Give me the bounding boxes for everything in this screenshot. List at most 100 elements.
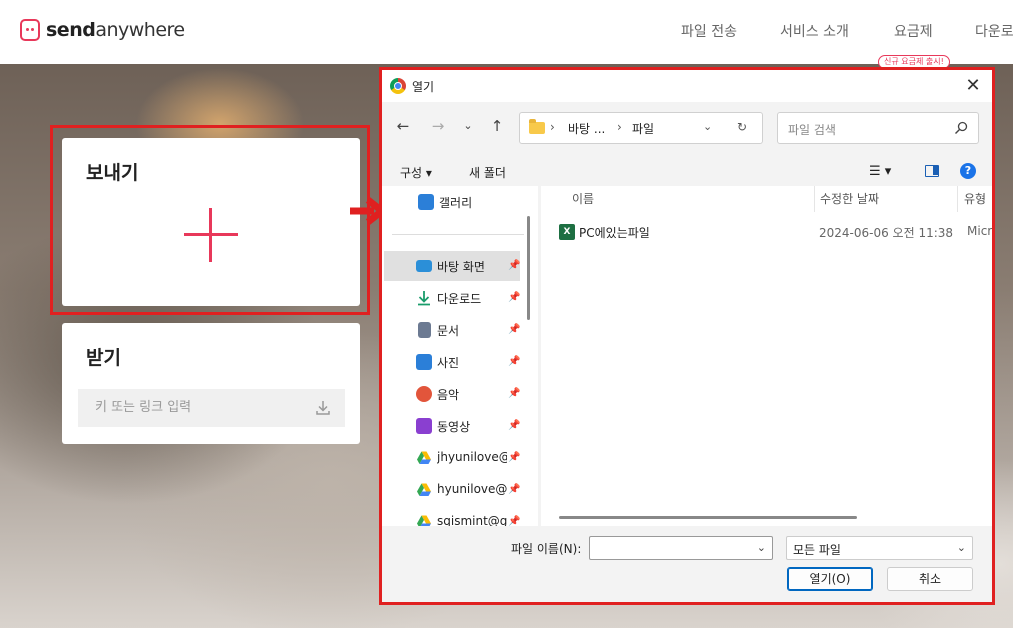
address-chevron-down-icon[interactable]: ⌄	[703, 120, 712, 133]
search-placeholder: 파일 검색	[788, 123, 836, 137]
pin-icon[interactable]: 📌	[508, 516, 520, 526]
refresh-icon[interactable]: ↻	[737, 120, 747, 134]
view-options-icon[interactable]: ☰ ▾	[869, 164, 891, 179]
cancel-button[interactable]: 취소	[887, 567, 973, 591]
filename-input[interactable]: ⌄	[589, 536, 773, 560]
sort-caret-icon: ^	[686, 186, 694, 192]
dialog-title: 열기	[412, 80, 435, 94]
key-input-placeholder: 키 또는 링크 입력	[95, 400, 192, 415]
breadcrumb-chevron-icon: ›	[550, 120, 555, 134]
open-button[interactable]: 열기(O)	[787, 567, 873, 591]
column-header-type[interactable]: 유형	[964, 190, 986, 207]
preview-pane-icon[interactable]	[925, 165, 939, 177]
forward-arrow-icon[interactable]: →	[428, 116, 448, 136]
folder-icon	[529, 119, 545, 134]
horizontal-scrollbar[interactable]	[559, 516, 857, 519]
file-list-pane: ^ 이름 수정한 날짜 유형 X PC에있는파일 2024-06-06 오전 1…	[541, 186, 992, 526]
video-icon	[416, 418, 432, 434]
organize-button[interactable]: 구성 ▾	[400, 164, 432, 181]
google-drive-icon	[417, 483, 431, 496]
download-icon	[418, 291, 430, 306]
pin-icon[interactable]: 📌	[508, 452, 520, 464]
file-type: Microsoft Excel	[967, 224, 992, 238]
sidebar-item-music[interactable]: 음악 📌	[384, 379, 520, 409]
sidebar-item-gdrive-1[interactable]: jhyunilove@gmail.com 📌	[384, 443, 520, 473]
nav-download[interactable]: 다운로드	[975, 21, 1013, 41]
column-divider[interactable]	[814, 186, 815, 212]
document-icon	[418, 322, 431, 338]
pictures-icon	[416, 354, 432, 370]
file-row[interactable]: X PC에있는파일 2024-06-06 오전 11:38 Microsoft …	[557, 222, 992, 242]
column-header-modified[interactable]: 수정한 날짜	[820, 190, 879, 207]
sidebar-item-label: 문서	[437, 324, 460, 338]
sidebar-item-label: hyunilove@gmail.com	[437, 482, 507, 496]
breadcrumb-chevron-icon: ›	[617, 120, 622, 134]
breadcrumb-desktop[interactable]: 바탕 ...	[568, 120, 605, 137]
up-arrow-icon[interactable]: ↑	[487, 116, 507, 136]
download-icon[interactable]	[315, 400, 331, 416]
sidebar-item-gdrive-3[interactable]: sqismint@gmail.com 📌	[384, 507, 520, 526]
sidebar-item-gallery[interactable]: 갤러리	[384, 188, 520, 218]
sidebar-scrollbar[interactable]	[527, 216, 530, 320]
search-box[interactable]: 파일 검색	[777, 112, 979, 144]
dialog-titlebar: 열기 ✕	[382, 70, 992, 102]
file-type-value: 모든 파일	[793, 543, 841, 557]
pin-icon[interactable]: 📌	[508, 260, 520, 272]
recent-chevron-down-icon[interactable]: ⌄	[458, 116, 478, 136]
sidebar-item-label: 갤러리	[439, 196, 473, 210]
help-icon[interactable]: ?	[960, 163, 976, 179]
sidebar-item-gdrive-2[interactable]: hyunilove@gmail.com 📌	[384, 475, 520, 505]
breadcrumb-folder[interactable]: 파일	[632, 120, 654, 137]
sidebar-item-videos[interactable]: 동영상 📌	[384, 411, 520, 441]
filename-label: 파일 이름(N):	[511, 542, 582, 556]
column-header-name[interactable]: 이름	[572, 190, 594, 207]
pin-icon[interactable]: 📌	[508, 484, 520, 496]
sidebar-item-downloads[interactable]: 다운로드 📌	[384, 283, 520, 313]
top-nav: 파일 전송 서비스 소개 요금제 다운로드	[0, 21, 1013, 41]
address-bar[interactable]: › 바탕 ... › 파일 ⌄ ↻	[519, 112, 763, 144]
pin-icon[interactable]: 📌	[508, 356, 520, 368]
sidebar-item-label: 사진	[437, 356, 460, 370]
pin-icon[interactable]: 📌	[508, 388, 520, 400]
dialog-toolbar: 구성 ▾ 새 폴더 ☰ ▾ ?	[382, 156, 992, 186]
pin-icon[interactable]: 📌	[508, 420, 520, 432]
new-folder-button[interactable]: 새 폴더	[469, 164, 506, 181]
nav-service-intro[interactable]: 서비스 소개	[780, 21, 849, 41]
new-pricing-badge: 신규 요금제 출시!	[878, 55, 950, 69]
receive-title: 받기	[86, 347, 121, 369]
search-icon	[955, 121, 968, 134]
open-file-dialog: 열기 ✕ ← → ⌄ ↑ › 바탕 ... › 파일 ⌄ ↻ 파일 검색 구성 …	[382, 70, 992, 602]
nav-file-transfer[interactable]: 파일 전송	[681, 21, 737, 41]
chevron-down-icon[interactable]: ⌄	[757, 541, 766, 554]
sidebar-divider	[392, 234, 524, 235]
send-card-highlight-box	[50, 125, 370, 315]
chevron-down-icon: ⌄	[956, 541, 966, 554]
back-arrow-icon[interactable]: ←	[393, 116, 413, 136]
key-or-link-input[interactable]: 키 또는 링크 입력	[78, 389, 345, 427]
google-drive-icon	[417, 451, 431, 464]
close-icon[interactable]: ✕	[962, 75, 984, 97]
column-divider[interactable]	[957, 186, 958, 212]
sidebar-item-pictures[interactable]: 사진 📌	[384, 347, 520, 377]
gallery-icon	[418, 194, 434, 210]
sidebar-item-label: 동영상	[437, 420, 471, 434]
file-name: PC에있는파일	[579, 226, 650, 240]
site-header: sendanywhere 파일 전송 서비스 소개 요금제 다운로드	[0, 0, 1013, 64]
sidebar-item-desktop[interactable]: 바탕 화면 📌	[384, 251, 520, 281]
desktop-icon	[416, 260, 432, 272]
sidebar-item-label: sqismint@gmail.com	[437, 514, 507, 526]
nav-pricing[interactable]: 요금제	[894, 21, 933, 41]
sidebar-item-label: jhyunilove@gmail.com	[437, 450, 507, 464]
file-type-select[interactable]: 모든 파일 ⌄	[786, 536, 973, 560]
pin-icon[interactable]: 📌	[508, 324, 520, 336]
google-drive-icon	[417, 515, 431, 526]
dialog-nav-row: ← → ⌄ ↑ › 바탕 ... › 파일 ⌄ ↻ 파일 검색	[382, 108, 992, 144]
pin-icon[interactable]: 📌	[508, 292, 520, 304]
dialog-bottom-bar: 파일 이름(N): ⌄ 모든 파일 ⌄ 열기(O) 취소	[382, 526, 992, 602]
receive-card: 받기 키 또는 링크 입력	[62, 323, 360, 444]
sidebar-item-label: 바탕 화면	[437, 260, 485, 274]
navigation-pane: 갤러리 바탕 화면 📌 다운로드 📌 문서 📌 사진 📌 음악 📌 동영상 📌 …	[382, 186, 538, 526]
music-icon	[416, 386, 432, 402]
sidebar-item-label: 다운로드	[437, 292, 482, 306]
sidebar-item-documents[interactable]: 문서 📌	[384, 315, 520, 345]
